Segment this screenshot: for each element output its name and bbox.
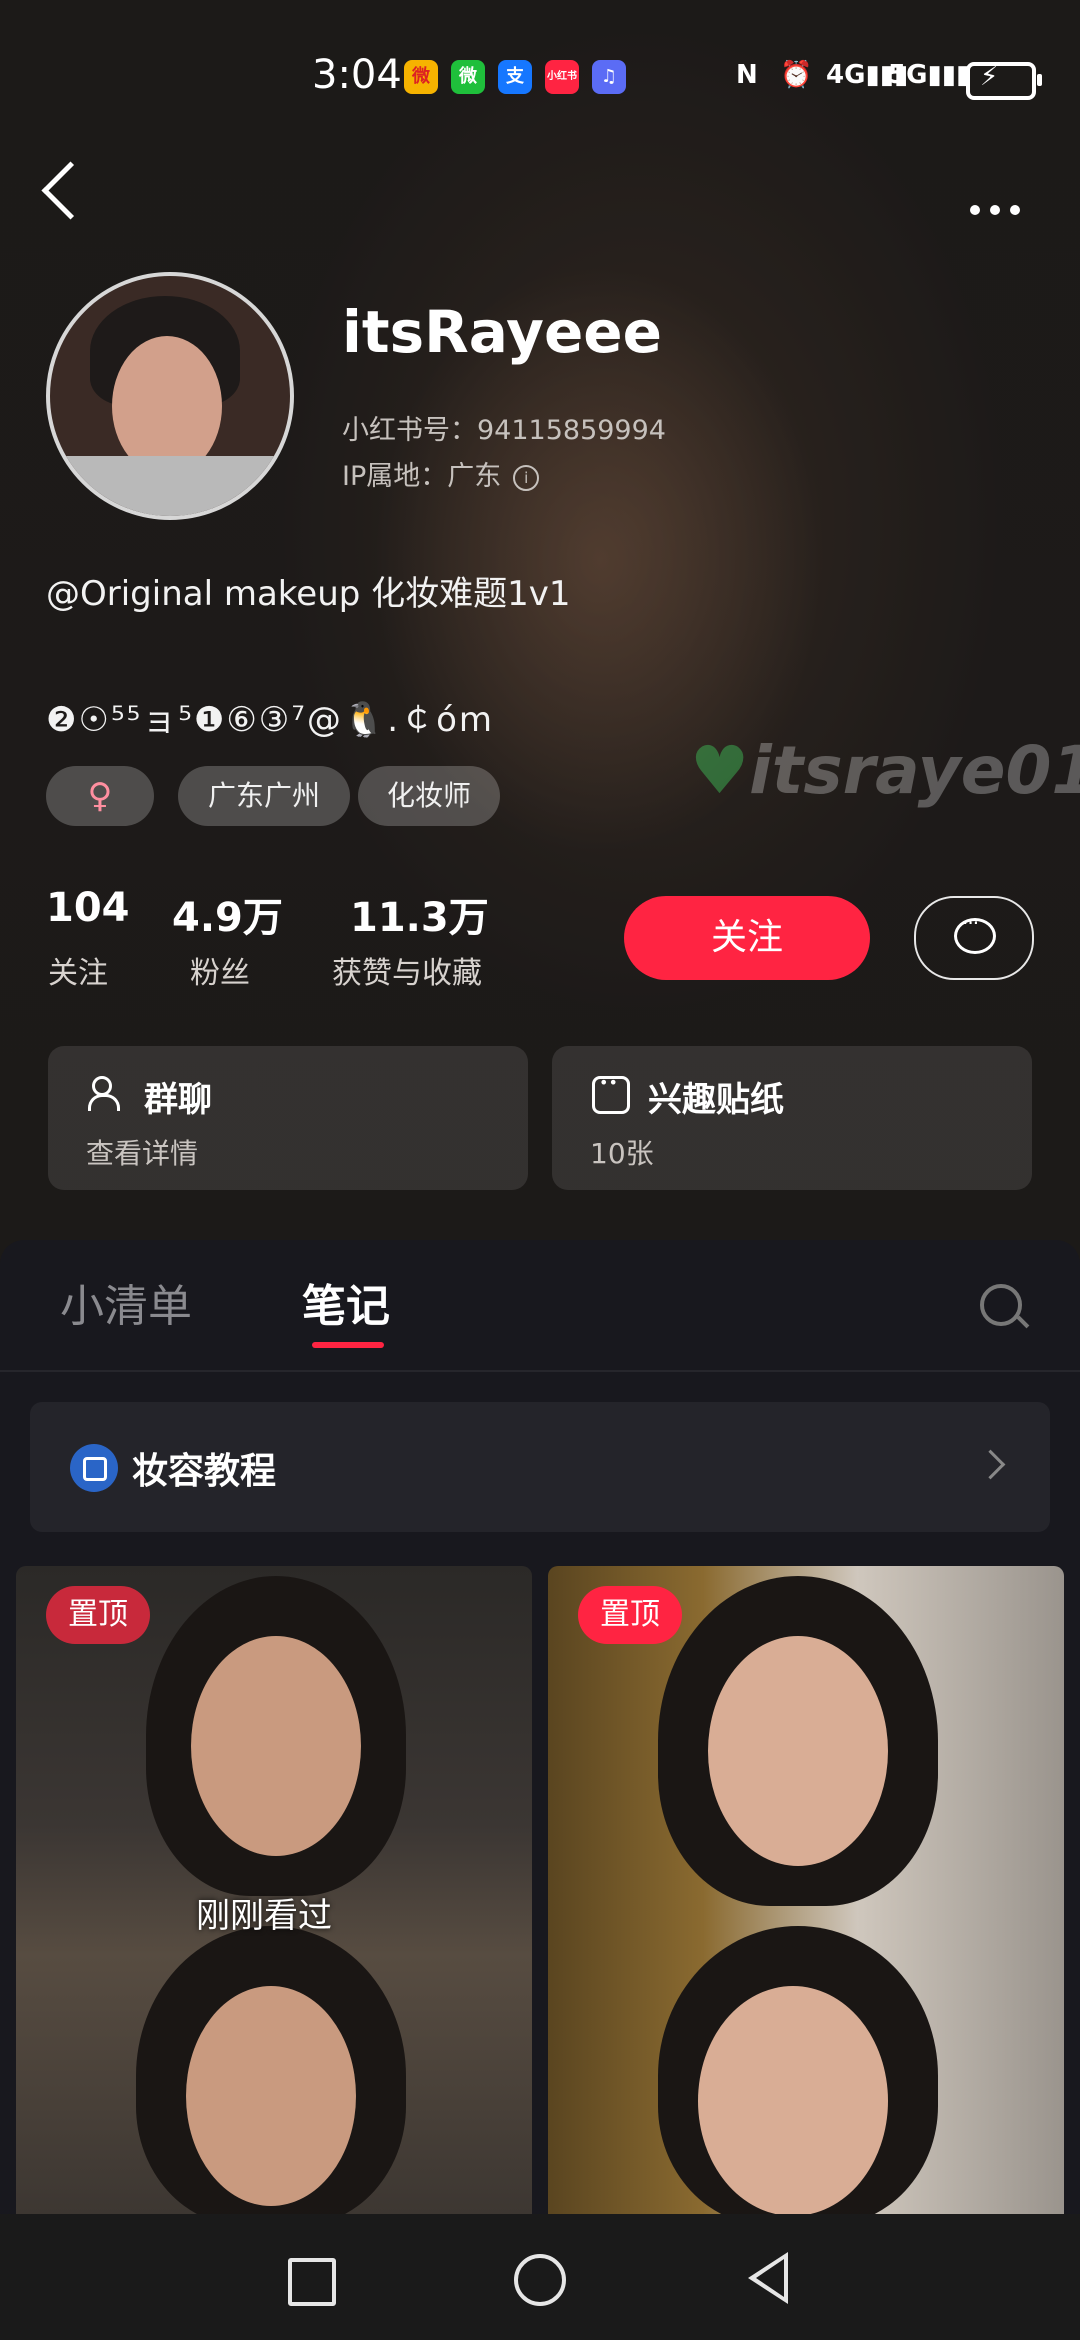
username: itsRayeee [342,298,662,366]
collection-row[interactable]: 妆容教程 [30,1402,1050,1532]
ip-location: IP属地：广东 [342,461,502,492]
message-button[interactable] [914,896,1034,980]
search-icon[interactable] [980,1284,1022,1326]
weibo-icon: 微 [404,60,438,94]
chevron-right-icon [975,1449,1006,1480]
note-card[interactable]: 置顶 [548,1566,1064,2214]
red-id: 小红书号：94115859994 [342,415,666,446]
status-bar: 3:04 微 微 支 小红书 ♫ N ⏰ 4G▮▮▮ 5G▮▮▮ ⚡ [0,0,1080,120]
recent-apps-icon[interactable] [288,2258,336,2306]
tab-notes[interactable]: 笔记 [302,1270,390,1334]
alarm-icon: ⏰ [780,60,813,90]
follow-button[interactable]: 关注 [624,896,870,980]
group-chat-subtitle: 查看详情 [86,1137,199,1170]
likes-count[interactable]: 11.3万 [350,885,489,943]
back-nav-icon[interactable] [748,2252,788,2304]
note-image [548,1566,1064,2214]
sticker-icon [592,1073,630,1114]
signal-5g-icon: 5G▮▮▮ [888,60,971,90]
battery-charging-icon: ⚡ [966,62,1042,100]
active-tab-indicator [312,1342,384,1348]
xiaohongshu-icon: 小红书 [545,60,579,94]
gender-tag: ♀ [46,766,154,826]
avatar[interactable] [46,272,294,520]
recently-viewed-label: 刚刚看过 [196,1896,332,1936]
profession-tag: 化妆师 [358,766,500,826]
following-label: 关注 [48,956,108,991]
wechat-icon: 微 [451,60,485,94]
bio-contact-line: ❷☉⁵⁵ョ⁵❶⑥③⁷@🐧.￠óm [46,700,494,740]
divider [0,1370,1080,1372]
alipay-icon: 支 [498,60,532,94]
stickers-card[interactable]: 兴趣贴纸 10张 [552,1046,1032,1190]
status-time: 3:04 [312,52,402,98]
chat-icon [954,911,996,954]
music-icon: ♫ [592,60,626,94]
nfc-icon: N [736,60,758,90]
image-watermark: ♥itsraye01 [690,732,1080,809]
collection-icon [70,1444,118,1492]
bio-line: @Original makeup 化妆难题1v1 [46,574,571,614]
info-icon[interactable]: i [513,464,540,491]
group-chat-title: 群聊 [144,1080,212,1120]
following-count[interactable]: 104 [46,885,130,931]
stickers-title: 兴趣贴纸 [648,1080,784,1120]
stickers-count: 10张 [590,1137,654,1170]
group-icon [88,1076,132,1112]
ip-location-row[interactable]: IP属地：广东 i [342,454,540,493]
pinned-badge: 置顶 [578,1586,682,1644]
likes-label: 获赞与收藏 [332,956,482,991]
more-options-icon[interactable] [970,200,1030,219]
followers-count[interactable]: 4.9万 [172,885,283,943]
pinned-badge: 置顶 [46,1586,150,1644]
collection-title: 妆容教程 [132,1451,277,1492]
home-icon[interactable] [514,2254,566,2306]
group-chat-card[interactable]: 群聊 查看详情 [48,1046,528,1190]
location-tag: 广东广州 [178,766,350,826]
tab-collections[interactable]: 小清单 [60,1270,192,1334]
followers-label: 粉丝 [190,956,250,991]
